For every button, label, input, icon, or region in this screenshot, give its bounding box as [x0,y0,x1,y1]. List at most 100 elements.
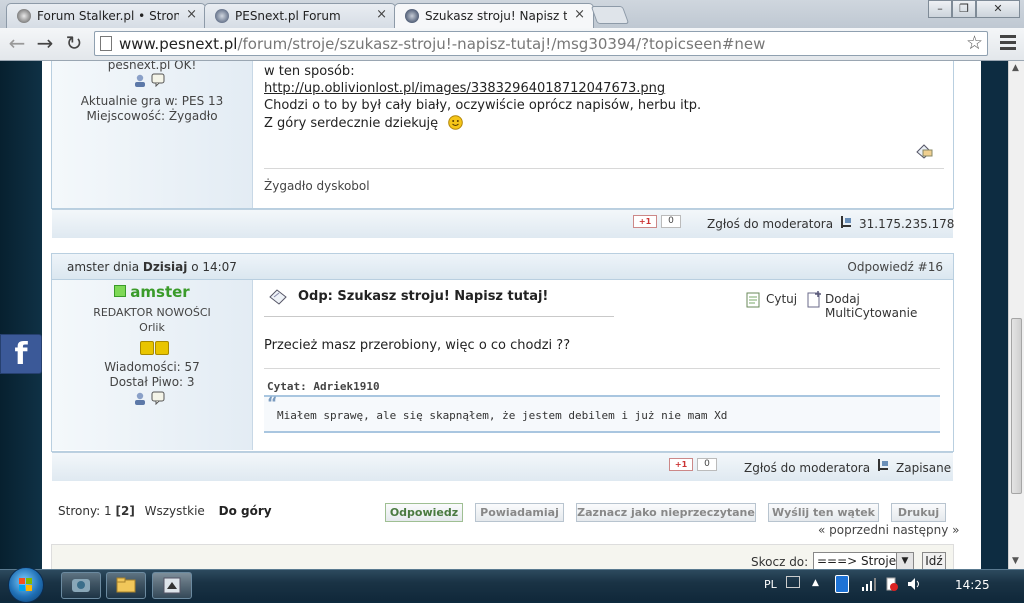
signature: Żygadło dyskobol [264,179,370,193]
page-left-background [0,61,42,569]
browser-toolbar: ← → ↻ www.pesnext.pl/forum/stroje/szukas… [0,28,1024,61]
rank-star-icon [155,341,169,355]
mark-unread-button[interactable]: Zaznacz jako nieprzeczytane [576,503,756,522]
forum-post-previous: pesnext.pl OK! Aktualnie gra w: PES 13 M… [51,61,954,209]
browser-tab-active[interactable]: Szukasz stroju! Napisz tuta × [394,3,594,29]
go-button[interactable]: Idź [922,552,946,569]
forward-button[interactable]: → [32,32,58,56]
forum-post-16: amster REDAKTOR NOWOŚCI Orlik Wiadomości… [51,280,954,452]
tab-strip: Forum Stalker.pl • Strona g × PESnext.pl… [0,0,1024,29]
post-line: Z góry serdecznie dziekuję [264,115,464,131]
language-indicator[interactable]: PL [764,578,777,591]
quote-icon[interactable] [746,292,760,308]
profile-icon[interactable] [133,392,147,405]
new-tab-button[interactable] [590,6,630,24]
poster-status: pesnext.pl OK! [107,61,197,72]
print-button[interactable]: Drukuj [891,503,946,522]
subject-divider [264,316,614,317]
action-center-icon[interactable] [884,576,898,592]
post-line: w ten sposób: [264,64,355,79]
windows-taskbar: PL ▲ 14:25 [0,567,1024,603]
poster-info: amster REDAKTOR NOWOŚCI Orlik Wiadomości… [52,280,253,450]
chevron-down-icon: ▼ [896,553,913,569]
saved-icon [876,457,892,473]
keyboard-icon[interactable] [786,576,800,588]
browser-tab-stalker[interactable]: Forum Stalker.pl • Strona g × [6,3,206,28]
ip-icon [839,214,855,230]
personal-message-icon[interactable] [151,391,165,406]
radiation-icon [17,9,31,23]
multiquote-icon[interactable] [807,290,823,308]
minimize-button[interactable]: – [928,0,952,18]
tab-title: PESnext.pl Forum [235,9,341,23]
poster-messages: Wiadomości: 57 [104,360,200,374]
maximize-button[interactable]: ❐ [952,0,976,18]
show-hidden-icons[interactable]: ▲ [812,578,819,588]
reply-button[interactable]: Odpowiedz [385,503,463,522]
poster-name[interactable]: amster [130,283,189,301]
quote-mark-icon: “ [267,393,278,412]
quote-text: Miałem sprawę, ale się skapnąłem, że jes… [277,409,728,422]
chrome-menu-icon[interactable] [1000,35,1016,51]
report-to-moderator-link[interactable]: Zgłoś do moderatora [744,461,870,475]
taskbar-explorer[interactable] [106,572,146,599]
facebook-icon[interactable]: f [0,334,42,374]
scroll-up-icon[interactable]: ▲ [1012,63,1019,73]
address-bar[interactable]: www.pesnext.pl/forum/stroje/szukasz-stro… [94,31,988,56]
send-topic-button[interactable]: Wyślij ten wątek [768,503,879,522]
notify-button[interactable]: Powiadamiaj [475,503,564,522]
close-tab-icon[interactable]: × [376,7,387,22]
prev-next-links[interactable]: « poprzedni następny » [818,523,960,537]
quote-header: Cytat: Adriek1910 [267,380,380,393]
post-link[interactable]: http://up.oblivionlost.pl/images/3383296… [264,81,665,96]
url-text: www.pesnext.pl/forum/stroje/szukasz-stro… [119,35,766,53]
browser-tab-pesnext[interactable]: PESnext.pl Forum × [204,3,396,28]
post-footer: +1 0 Zgłoś do moderatora 31.175.235.178 [52,209,955,238]
poster-info: pesnext.pl OK! Aktualnie gra w: PES 13 M… [52,61,253,208]
report-post-icon[interactable] [914,142,934,160]
page-right-background [981,61,1008,569]
close-window-button[interactable]: ✕ [976,0,1020,18]
all-pages-link[interactable]: Wszystkie [145,504,205,518]
clock[interactable]: 14:25 [955,578,990,592]
post-footer: +1 0 Zgłoś do moderatora Zapisane [52,452,953,481]
current-page: [2] [115,504,135,518]
taskbar-media-player[interactable] [61,572,101,599]
taskbar-chrome-app[interactable] [152,572,192,599]
scrollbar-thumb[interactable] [1011,318,1022,494]
globe-icon [405,9,419,23]
volume-icon[interactable] [906,576,922,592]
bookmark-star-icon[interactable]: ☆ [966,32,983,54]
scroll-down-icon[interactable]: ▼ [1012,556,1019,566]
plus-one-count: 0 [697,458,717,471]
tab-title: Szukasz stroju! Napisz tuta [425,9,567,23]
multiquote-button[interactable]: Dodaj MultiCytowanie [825,292,953,320]
reload-button[interactable]: ↻ [61,32,87,56]
quote-divider [264,368,940,369]
google-plus-one-button[interactable]: +1 [633,215,657,228]
poster-name-row: amster [52,283,252,301]
back-to-top-link[interactable]: Do góry [219,504,272,518]
smiley-icon [448,115,464,130]
network-icon[interactable] [861,576,877,592]
post-subject-icon [268,288,288,306]
jump-select[interactable]: ===> Stroje ▼ [813,552,914,569]
profile-icon[interactable] [133,74,147,87]
ip-address: 31.175.235.178 [859,217,955,231]
page-scrollbar[interactable]: ▲ ▼ [1008,61,1024,569]
start-button[interactable] [8,567,44,603]
reply-number[interactable]: Odpowiedź #16 [847,260,943,274]
back-button[interactable]: ← [4,32,30,56]
post-body: Przecież masz przerobiony, więc o co cho… [264,338,571,353]
poster-game: Aktualnie gra w: PES 13 [80,94,224,108]
personal-message-icon[interactable] [151,73,165,88]
close-tab-icon[interactable]: × [574,7,585,22]
jump-to-bar: Skocz do: ===> Stroje ▼ Idź [51,544,954,569]
app-tray-icon[interactable] [835,575,849,593]
google-plus-one-button[interactable]: +1 [669,458,693,471]
report-to-moderator-link[interactable]: Zgłoś do moderatora [707,217,833,231]
quote-button[interactable]: Cytuj [766,292,797,306]
post-subject[interactable]: Odp: Szukasz stroju! Napisz tutaj! [298,289,548,304]
close-tab-icon[interactable]: × [186,7,197,22]
page-icon [100,36,112,51]
